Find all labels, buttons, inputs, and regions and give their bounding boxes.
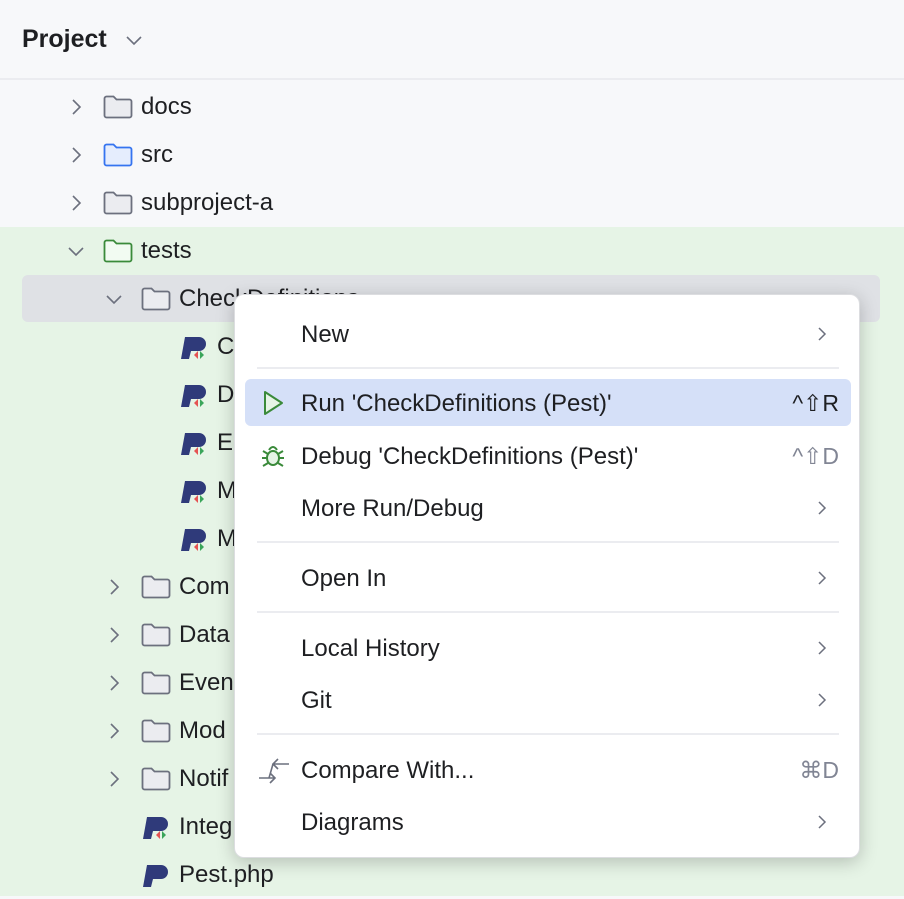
menu-item-label: Run 'CheckDefinitions (Pest)': [301, 390, 612, 418]
menu-separator: [257, 611, 839, 613]
pest-file-icon: [179, 383, 209, 409]
menu-item-label: Diagrams: [301, 809, 404, 837]
menu-separator: [257, 541, 839, 543]
menu-item-debug[interactable]: Debug 'CheckDefinitions (Pest)' ^⇧D: [245, 432, 851, 479]
folder-icon: [141, 287, 171, 311]
tree-item-label: tests: [141, 237, 192, 265]
folder-icon: [103, 143, 133, 167]
tree-item-label: D: [217, 381, 234, 409]
pest-file-icon: [141, 863, 171, 889]
folder-icon: [103, 191, 133, 215]
compare-icon: [259, 756, 291, 786]
tree-row[interactable]: docs: [0, 83, 904, 131]
tree-item-label: C: [217, 333, 234, 361]
menu-item-label: New: [301, 321, 349, 349]
chevron-right-icon[interactable]: [104, 673, 124, 693]
menu-item-local-history[interactable]: Local History: [245, 624, 851, 671]
chevron-right-icon[interactable]: [104, 769, 124, 789]
tree-item-label: src: [141, 141, 173, 169]
menu-item-new[interactable]: New: [245, 310, 851, 357]
folder-icon: [103, 95, 133, 119]
menu-separator: [257, 733, 839, 735]
folder-icon: [141, 719, 171, 743]
tree-item-label: Mod: [179, 717, 226, 745]
menu-item-compare-with[interactable]: Compare With... ⌘D: [245, 746, 851, 793]
menu-item-more-run-debug[interactable]: More Run/Debug: [245, 484, 851, 531]
folder-icon: [141, 623, 171, 647]
menu-item-run[interactable]: Run 'CheckDefinitions (Pest)' ^⇧R: [245, 379, 851, 426]
menu-item-label: More Run/Debug: [301, 495, 484, 523]
tree-row[interactable]: subproject-a: [0, 179, 904, 227]
tree-row[interactable]: src: [0, 131, 904, 179]
tree-item-label: Pest.php: [179, 861, 274, 889]
menu-separator: [257, 367, 839, 369]
menu-item-label: Local History: [301, 635, 440, 663]
folder-icon: [141, 767, 171, 791]
chevron-right-icon[interactable]: [104, 625, 124, 645]
tree-item-label: E: [217, 429, 233, 457]
chevron-right-icon: [815, 570, 829, 586]
shortcut: ^⇧R: [792, 390, 839, 417]
pest-file-icon: [179, 431, 209, 457]
folder-icon: [141, 671, 171, 695]
tree-item-label: Com: [179, 573, 230, 601]
tree-row[interactable]: Pest.php: [0, 851, 904, 899]
project-title[interactable]: Project: [22, 25, 107, 54]
project-header: Project: [0, 0, 904, 80]
chevron-down-icon[interactable]: [124, 30, 144, 50]
context-menu: New Run 'CheckDefinitions (Pest)' ^⇧R De…: [234, 294, 860, 858]
menu-item-label: Git: [301, 687, 332, 715]
chevron-right-icon: [815, 326, 829, 342]
menu-item-label: Debug 'CheckDefinitions (Pest)': [301, 443, 638, 471]
chevron-down-icon[interactable]: [104, 289, 124, 309]
tree-item-label: subproject-a: [141, 189, 273, 217]
chevron-right-icon[interactable]: [66, 193, 86, 213]
chevron-right-icon: [815, 814, 829, 830]
menu-item-git[interactable]: Git: [245, 676, 851, 723]
shortcut: ⌘D: [799, 757, 839, 784]
tree-row[interactable]: tests: [0, 227, 904, 275]
chevron-right-icon[interactable]: [66, 145, 86, 165]
chevron-right-icon[interactable]: [66, 97, 86, 117]
pest-file-icon: [179, 479, 209, 505]
tree-item-label: docs: [141, 93, 192, 121]
pest-file-icon: [179, 527, 209, 553]
chevron-right-icon: [815, 640, 829, 656]
shortcut: ^⇧D: [792, 443, 839, 470]
chevron-right-icon: [815, 692, 829, 708]
chevron-right-icon: [815, 500, 829, 516]
tree-item-label: Integ: [179, 813, 232, 841]
menu-item-label: Open In: [301, 565, 386, 593]
chevron-right-icon[interactable]: [104, 577, 124, 597]
tree-item-label: Even: [179, 669, 234, 697]
pest-file-icon: [141, 815, 171, 841]
chevron-down-icon[interactable]: [66, 241, 86, 261]
folder-icon: [141, 575, 171, 599]
folder-icon: [103, 239, 133, 263]
tree-item-label: Notif: [179, 765, 228, 793]
pest-file-icon: [179, 335, 209, 361]
menu-item-open-in[interactable]: Open In: [245, 554, 851, 601]
menu-item-label: Compare With...: [301, 757, 474, 785]
debug-icon: [259, 442, 287, 470]
tree-item-label: Data: [179, 621, 230, 649]
chevron-right-icon[interactable]: [104, 721, 124, 741]
run-icon: [259, 389, 287, 417]
menu-item-diagrams[interactable]: Diagrams: [245, 798, 851, 845]
